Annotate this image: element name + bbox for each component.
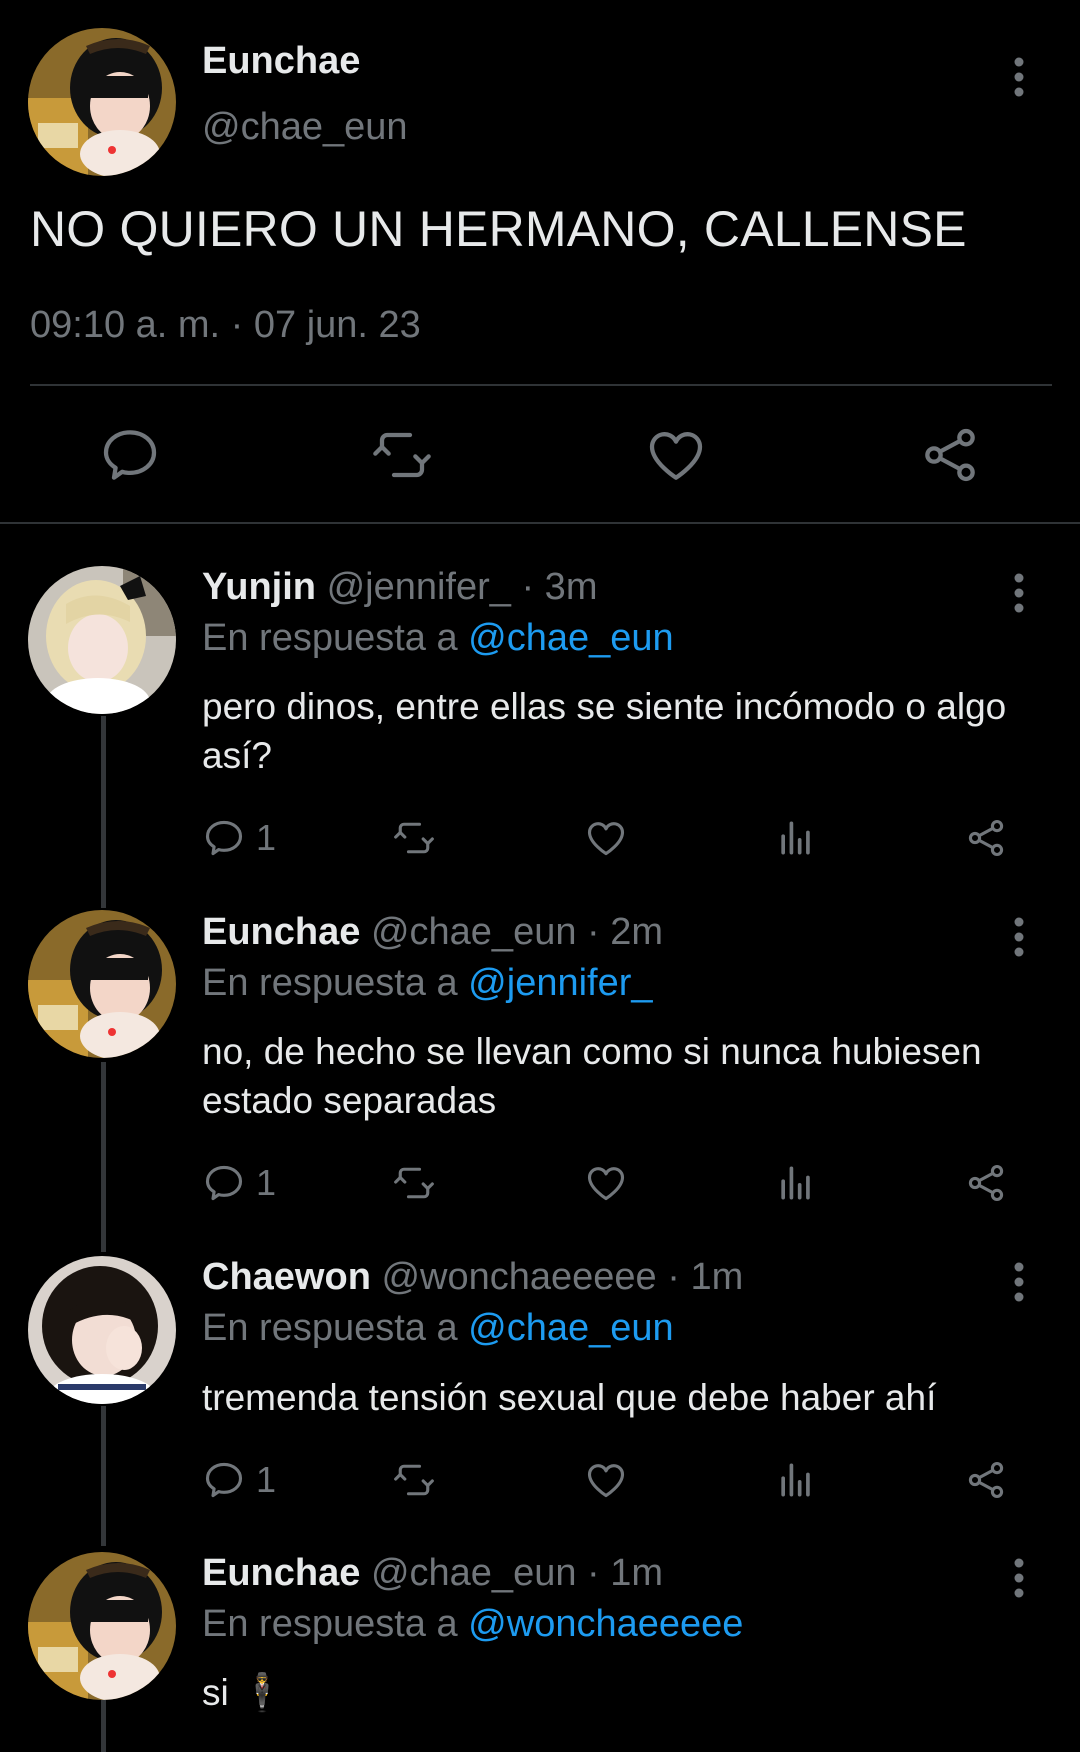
avatar-image-chaewon — [28, 1256, 176, 1404]
reply-time: · 3m — [521, 566, 598, 608]
more-options-icon[interactable] — [1004, 1257, 1034, 1307]
reply-author-handle[interactable]: @wonchaeeeee — [381, 1256, 656, 1298]
avatar-image-eunchae — [28, 910, 176, 1058]
avatar[interactable] — [28, 28, 176, 176]
like-icon — [587, 822, 625, 856]
reply-icon — [205, 1165, 243, 1201]
share-button[interactable] — [964, 1456, 1008, 1504]
retweet-icon[interactable] — [370, 423, 434, 487]
like-button[interactable] — [584, 1159, 628, 1207]
reply-prefix: En respuesta a — [202, 962, 458, 1004]
reply-to-link[interactable]: @chae_eun — [468, 1307, 674, 1349]
share-icon — [968, 819, 1004, 857]
reply-author-name[interactable]: Yunjin — [202, 566, 316, 608]
reply-text: si 🕴 — [202, 1672, 286, 1713]
reply-time: · 2m — [587, 911, 664, 953]
reply-icon — [205, 1462, 243, 1498]
avatar[interactable] — [28, 566, 176, 714]
divider — [0, 522, 1080, 524]
avatar-image-yunjin — [28, 566, 176, 714]
reply-header: Chaewon @wonchaeeeee · 1m — [202, 1256, 743, 1299]
more-options-icon[interactable] — [1004, 52, 1034, 102]
retweet-button[interactable] — [392, 1159, 436, 1207]
thread-line — [101, 1062, 106, 1252]
share-icon — [968, 1164, 1004, 1202]
reply-prefix: En respuesta a — [202, 1603, 458, 1645]
reply-header: Eunchae @chae_eun · 2m — [202, 911, 663, 954]
retweet-button[interactable] — [392, 1456, 436, 1504]
reply-author-name[interactable]: Chaewon — [202, 1256, 371, 1298]
retweet-icon — [394, 1167, 434, 1199]
share-button[interactable] — [964, 814, 1008, 862]
reply-time: · 1m — [667, 1256, 744, 1298]
reply-button[interactable]: 1 — [202, 814, 276, 862]
reply-author-handle[interactable]: @chae_eun — [371, 1552, 577, 1594]
reply-to-link[interactable]: @jennifer_ — [468, 962, 652, 1004]
reply-header: Yunjin @jennifer_ · 3m — [202, 566, 597, 609]
reply-author-handle[interactable]: @chae_eun — [371, 911, 577, 953]
retweet-icon — [394, 1464, 434, 1496]
tweet-text: NO QUIERO UN HERMANO, CALLENSE — [30, 201, 967, 257]
author-name[interactable]: Eunchae — [202, 40, 360, 83]
reply-count: 1 — [256, 817, 277, 858]
views-icon — [781, 1166, 810, 1200]
reply-time: · 1m — [587, 1552, 664, 1594]
more-options-icon[interactable] — [1004, 912, 1034, 962]
views-button[interactable] — [774, 1159, 818, 1207]
share-icon — [968, 1461, 1004, 1499]
reply-count: 1 — [256, 1162, 277, 1203]
share-button[interactable] — [964, 1159, 1008, 1207]
reply-text: no, de hecho se llevan como si nunca hub… — [202, 1031, 982, 1121]
thread-line — [101, 716, 106, 908]
avatar-image-eunchae — [28, 1552, 176, 1700]
avatar[interactable] — [28, 1552, 176, 1700]
reply-icon[interactable] — [98, 423, 162, 487]
reply-header: Eunchae @chae_eun · 1m — [202, 1552, 663, 1595]
reply-context: En respuesta a @wonchaeeeee — [202, 1603, 743, 1646]
reply-to-link[interactable]: @chae_eun — [468, 617, 674, 659]
reply-prefix: En respuesta a — [202, 617, 458, 659]
reply-context: En respuesta a @chae_eun — [202, 617, 674, 660]
reply-text: pero dinos, entre ellas se siente incómo… — [202, 686, 1007, 776]
like-button[interactable] — [584, 1456, 628, 1504]
reply-button[interactable]: 1 — [202, 1456, 276, 1504]
reply-context: En respuesta a @chae_eun — [202, 1307, 674, 1350]
views-icon — [781, 1463, 810, 1497]
avatar[interactable] — [28, 1256, 176, 1404]
reply-author-handle[interactable]: @jennifer_ — [327, 566, 511, 608]
retweet-icon — [394, 822, 434, 854]
thread-line — [101, 1406, 106, 1546]
more-options-icon[interactable] — [1004, 1553, 1034, 1603]
like-button[interactable] — [584, 814, 628, 862]
reply-count: 1 — [256, 1459, 277, 1500]
retweet-button[interactable] — [392, 814, 436, 862]
divider — [30, 384, 1052, 386]
like-icon — [587, 1464, 625, 1498]
reply-icon — [205, 820, 243, 856]
reply-to-link[interactable]: @wonchaeeeee — [468, 1603, 743, 1645]
like-icon[interactable] — [644, 423, 708, 487]
views-button[interactable] — [774, 1456, 818, 1504]
like-icon — [587, 1167, 625, 1201]
views-button[interactable] — [774, 814, 818, 862]
reply-text: tremenda tensión sexual que debe haber a… — [202, 1377, 937, 1418]
avatar-image-eunchae — [28, 28, 176, 176]
more-options-icon[interactable] — [1004, 568, 1034, 618]
reply-context: En respuesta a @jennifer_ — [202, 962, 653, 1005]
reply-author-name[interactable]: Eunchae — [202, 1552, 360, 1594]
reply-author-name[interactable]: Eunchae — [202, 911, 360, 953]
avatar[interactable] — [28, 910, 176, 1058]
thread-line — [101, 1700, 106, 1752]
reply-button[interactable]: 1 — [202, 1159, 276, 1207]
tweet-timestamp: 09:10 a. m. · 07 jun. 23 — [30, 304, 421, 346]
author-handle[interactable]: @chae_eun — [202, 106, 408, 149]
reply-prefix: En respuesta a — [202, 1307, 458, 1349]
views-icon — [781, 821, 810, 855]
share-icon[interactable] — [918, 423, 982, 487]
